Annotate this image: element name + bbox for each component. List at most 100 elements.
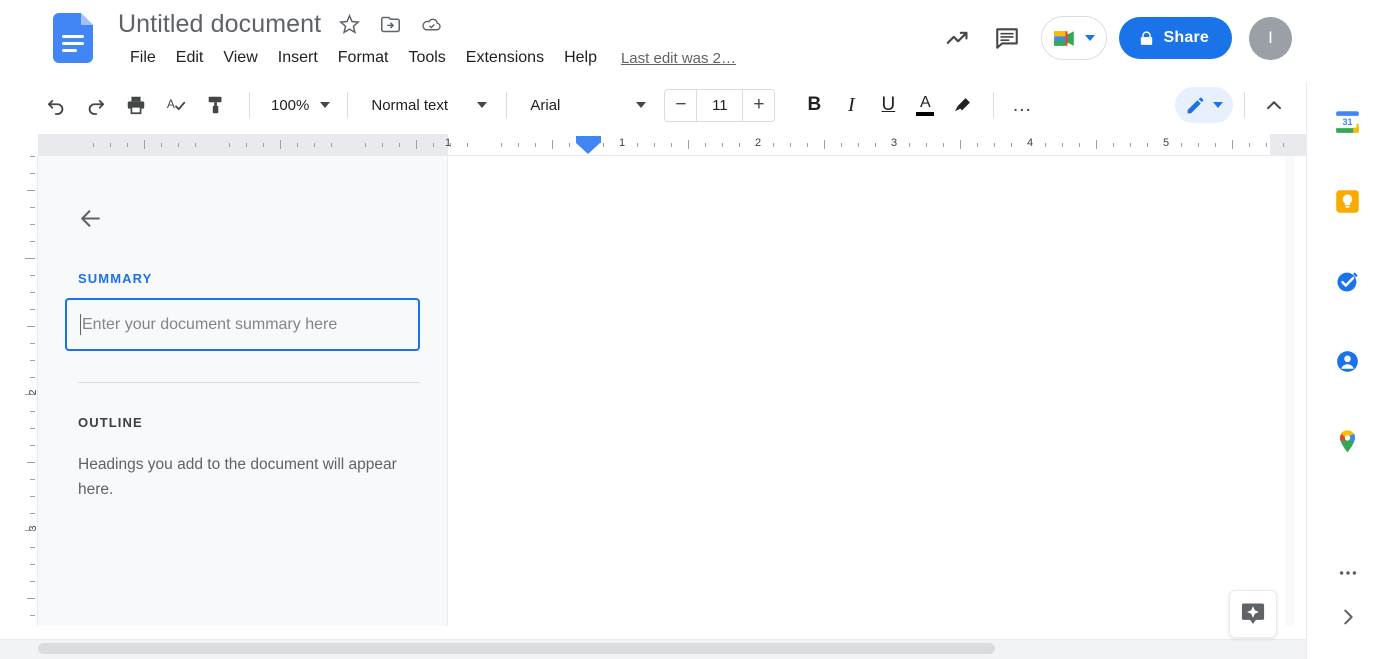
ruler-tick <box>722 143 723 147</box>
paint-format-icon[interactable] <box>198 87 234 123</box>
ruler-tick <box>671 143 672 147</box>
menu-edit[interactable]: Edit <box>166 49 214 67</box>
ruler-tick <box>161 143 162 147</box>
vertical-ruler-tick <box>25 258 35 259</box>
menu-insert[interactable]: Insert <box>268 49 328 67</box>
menu-tools[interactable]: Tools <box>398 49 455 67</box>
ruler-right-margin <box>1270 134 1306 155</box>
paragraph-style-select[interactable]: Normal text <box>359 89 495 121</box>
ruler-tick <box>399 143 400 147</box>
toolbar-divider <box>1244 92 1245 118</box>
svg-text:A: A <box>167 97 175 111</box>
vertical-ruler-tick <box>30 479 35 480</box>
summary-input[interactable]: Enter your document summary here <box>65 298 420 351</box>
vertical-ruler-tick <box>30 275 35 276</box>
collapse-menus-button[interactable] <box>1256 87 1292 123</box>
ruler-tick <box>909 143 910 147</box>
outline-empty-message: Headings you add to the document will ap… <box>78 456 397 498</box>
document-scroll-area[interactable] <box>449 156 1294 626</box>
horizontal-scrollbar[interactable] <box>38 643 995 654</box>
vertical-ruler-number: 2 <box>29 390 38 396</box>
ruler-tick <box>858 143 859 147</box>
menu-format[interactable]: Format <box>328 49 399 67</box>
vertical-ruler-tick <box>30 156 35 157</box>
ruler-tick <box>1062 143 1063 147</box>
ruler-tick <box>331 143 332 147</box>
ruler-tick <box>246 143 247 147</box>
outline-section-label: OUTLINE <box>78 415 143 430</box>
ruler-tick <box>433 143 434 147</box>
lock-icon <box>1140 30 1152 45</box>
ruler-tick <box>977 143 978 147</box>
ruler-tick <box>518 143 519 147</box>
ruler-tick <box>1096 140 1097 149</box>
ruler-tick <box>569 143 570 147</box>
avatar[interactable]: I <box>1249 16 1292 60</box>
bold-button[interactable]: B <box>797 88 831 122</box>
summary-section-label: SUMMARY <box>78 271 153 286</box>
font-family-select[interactable]: Arial <box>518 89 654 121</box>
vertical-ruler-tick <box>27 598 35 599</box>
font-family-value: Arial <box>530 96 561 114</box>
menu-view[interactable]: View <box>213 49 267 67</box>
font-size-increase-button[interactable]: + <box>743 90 774 121</box>
edit-mode-button[interactable] <box>1175 87 1233 123</box>
text-color-button[interactable]: A <box>908 88 942 122</box>
chevron-right-icon[interactable] <box>1326 595 1370 639</box>
google-calendar-icon[interactable]: 31 <box>1325 98 1371 144</box>
vertical-ruler-tick <box>30 564 35 565</box>
google-contacts-icon[interactable] <box>1325 338 1371 384</box>
ruler-tick <box>1215 143 1216 147</box>
summary-placeholder: Enter your document summary here <box>82 315 338 333</box>
ruler-tick <box>467 143 468 147</box>
spellcheck-icon[interactable]: A <box>158 87 194 123</box>
ruler-tick <box>926 143 927 147</box>
more-options-button[interactable]: … <box>1005 88 1039 122</box>
font-size-decrease-button[interactable]: − <box>665 90 696 121</box>
document-title[interactable]: Untitled document <box>118 10 321 39</box>
vertical-ruler[interactable]: 23 <box>22 156 38 626</box>
share-button[interactable]: Share <box>1118 17 1232 59</box>
chevron-down-icon <box>636 102 647 108</box>
highlight-color-button[interactable] <box>945 88 979 122</box>
arrow-back-icon[interactable] <box>70 198 110 238</box>
google-tasks-icon[interactable] <box>1325 258 1371 304</box>
highlighter-icon <box>954 97 970 111</box>
menu-extensions[interactable]: Extensions <box>456 49 554 67</box>
more-addons-icon[interactable] <box>1326 551 1370 595</box>
horizontal-ruler[interactable]: 112345 <box>38 134 1306 156</box>
italic-button[interactable]: I <box>834 88 868 122</box>
ruler-tick <box>841 143 842 147</box>
google-keep-icon[interactable] <box>1325 178 1371 224</box>
activity-trending-icon[interactable] <box>935 16 979 60</box>
horizontal-scrollbar-track[interactable] <box>0 639 1306 659</box>
last-edit-link[interactable]: Last edit was 2… <box>621 50 736 67</box>
toolbar-divider <box>993 92 995 118</box>
move-to-folder-icon[interactable] <box>377 11 403 37</box>
zoom-select[interactable]: 100% <box>261 89 336 121</box>
ruler-tick <box>790 143 791 147</box>
ruler-tick <box>195 143 196 147</box>
vertical-ruler-tick <box>27 326 35 327</box>
cloud-saved-icon[interactable] <box>418 11 444 37</box>
ruler-tick <box>263 143 264 147</box>
panel-divider <box>78 382 420 383</box>
print-icon[interactable] <box>118 87 154 123</box>
menu-file[interactable]: File <box>120 49 166 67</box>
document-page[interactable] <box>449 156 1285 626</box>
star-icon[interactable] <box>336 11 362 37</box>
undo-icon[interactable] <box>38 87 74 123</box>
smart-comment-icon[interactable] <box>1229 590 1277 638</box>
menu-help[interactable]: Help <box>554 49 607 67</box>
comment-history-icon[interactable] <box>985 16 1029 60</box>
font-size-input[interactable]: 11 <box>696 89 744 121</box>
ruler-tick <box>1181 143 1182 147</box>
google-docs-icon[interactable] <box>53 13 99 63</box>
google-maps-icon[interactable] <box>1325 418 1371 464</box>
vertical-ruler-tick <box>30 224 35 225</box>
redo-icon[interactable] <box>78 87 114 123</box>
ruler-tick <box>960 140 961 149</box>
title-row: Untitled document <box>118 6 444 42</box>
google-meet-icon[interactable] <box>1040 16 1107 60</box>
underline-button[interactable]: U <box>871 88 905 122</box>
